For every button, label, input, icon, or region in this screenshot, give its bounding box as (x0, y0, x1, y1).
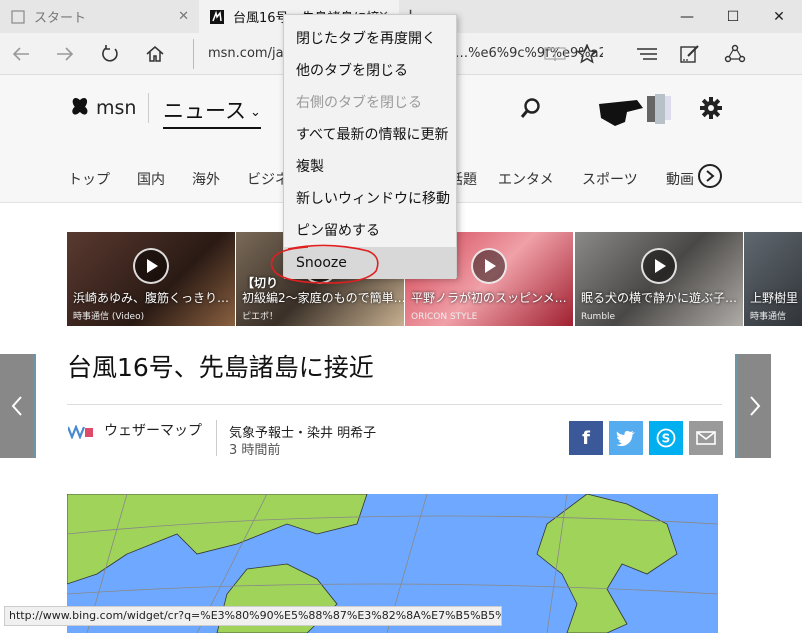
tab-title: スタート (34, 11, 87, 26)
email-share-button[interactable] (689, 421, 723, 455)
menu-item-refresh-all[interactable]: すべて最新の情報に更新 (284, 119, 456, 151)
next-article-button[interactable] (735, 354, 771, 458)
settings-gear-icon[interactable] (700, 97, 722, 123)
play-icon (133, 248, 169, 284)
play-icon (641, 248, 677, 284)
refresh-icon[interactable] (97, 41, 123, 67)
msn-favicon-icon (209, 9, 225, 25)
twitter-bird-icon (616, 430, 635, 446)
video-card[interactable]: 上野樹里 時事通信 (744, 232, 802, 326)
menu-item-duplicate[interactable]: 複製 (284, 151, 456, 183)
chevron-right-icon (749, 396, 760, 416)
menu-item-close-other-tabs[interactable]: 他のタブを閉じる (284, 55, 456, 87)
close-window-button[interactable]: ✕ (756, 0, 802, 33)
skype-share-button[interactable]: S (649, 421, 683, 455)
share-icon[interactable] (722, 41, 748, 67)
nav-item[interactable]: トップ (68, 169, 110, 189)
logo-text: msn (96, 97, 137, 119)
provider-name[interactable]: ウェザーマップ (104, 420, 202, 440)
nav-item[interactable]: 国内 (137, 169, 165, 189)
home-icon[interactable] (142, 41, 168, 67)
provider-logo[interactable] (66, 424, 93, 440)
video-title: 上野樹里 (750, 291, 799, 305)
redacted-profile-area (597, 90, 677, 128)
page-icon (10, 9, 26, 25)
mail-icon (696, 431, 716, 445)
maximize-button[interactable]: ☐ (710, 0, 756, 33)
facebook-icon: f (582, 427, 590, 449)
menu-item-reopen-closed-tab[interactable]: 閉じたタブを再度開く (284, 23, 456, 55)
menu-item-close-tabs-to-right: 右側のタブを閉じる (296, 95, 422, 111)
divider (148, 93, 149, 123)
status-bar-url: http://www.bing.com/widget/cr?q=%E3%80%9… (4, 606, 502, 626)
tab-context-menu: 閉じたタブを再度開く 他のタブを閉じる 右側のタブを閉じる すべて最新の情報に更… (283, 14, 457, 279)
video-source: ORICON STYLE (411, 312, 478, 322)
video-title: 浜崎あゆみ、腹筋くっきり… (73, 291, 230, 305)
play-icon (471, 248, 507, 284)
article-headline: 台風16号、先島諸島に接近 (67, 353, 374, 382)
msn-logo[interactable]: msn (68, 95, 136, 121)
menu-item-move-to-new-window[interactable]: 新しいウィンドウに移動 (284, 183, 456, 215)
close-tab-icon[interactable]: ✕ (178, 9, 189, 24)
skype-icon: S (656, 428, 676, 448)
nav-item[interactable]: 動画 (666, 169, 694, 189)
favorite-star-icon[interactable] (574, 41, 600, 67)
red-annotation-circle (270, 244, 379, 284)
divider (67, 404, 722, 405)
back-icon[interactable] (8, 41, 34, 67)
video-source: 時事通信 (750, 312, 787, 322)
video-title: 平野ノラが初のスッピンメ… (411, 291, 567, 305)
reading-view-icon[interactable] (542, 41, 568, 67)
video-card[interactable]: 眠る犬の横で静かに遊ぶ子… Rumble (575, 232, 743, 326)
video-source: ピエボ！ (242, 312, 279, 322)
twitter-share-button[interactable] (609, 421, 643, 455)
chevron-down-icon: ⌄ (249, 104, 261, 120)
video-title: 眠る犬の横で静かに遊ぶ子… (581, 291, 738, 305)
divider (216, 420, 217, 456)
tab-start[interactable]: スタート ✕ (0, 0, 199, 33)
article-time: 3 時間前 (229, 443, 281, 458)
previous-article-button[interactable] (0, 354, 36, 458)
minimize-button[interactable]: — (664, 0, 710, 33)
nav-more-icon[interactable] (698, 164, 722, 188)
nav-item[interactable]: スポーツ (582, 169, 638, 189)
section-selector[interactable]: ニュース ⌄ (163, 95, 261, 129)
video-card[interactable]: 浜崎あゆみ、腹筋くっきり… 時事通信 (Video) (67, 232, 235, 326)
nav-item[interactable]: エンタメ (498, 169, 554, 189)
web-note-icon[interactable] (677, 41, 703, 67)
search-icon[interactable] (520, 97, 542, 123)
hub-icon[interactable] (634, 41, 660, 67)
video-source: Rumble (581, 312, 616, 322)
video-title: 初級編2〜家庭のもので簡単… (242, 291, 404, 305)
forward-icon[interactable] (52, 41, 78, 67)
section-label: ニュース (163, 99, 246, 123)
svg-text:S: S (662, 432, 671, 446)
facebook-share-button[interactable]: f (569, 421, 603, 455)
video-source: 時事通信 (Video) (73, 312, 145, 322)
nav-item[interactable]: 海外 (192, 169, 220, 189)
butterfly-icon (72, 98, 88, 115)
chevron-left-icon (11, 396, 22, 416)
